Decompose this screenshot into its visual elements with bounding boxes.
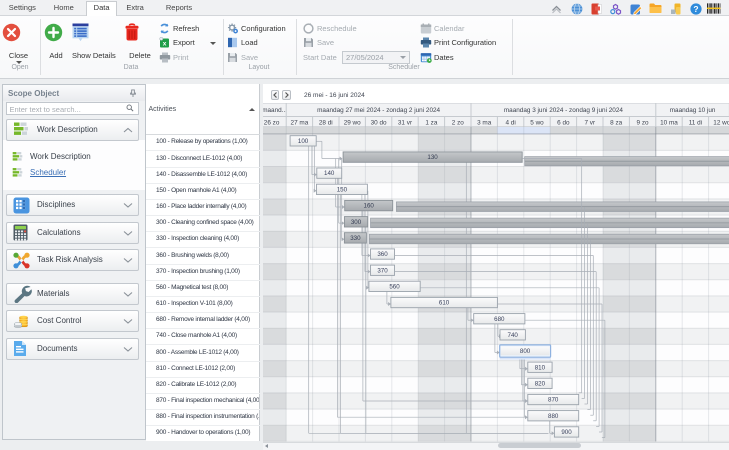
svg-text:31 vr: 31 vr xyxy=(397,119,412,126)
svg-text:900: 900 xyxy=(561,429,572,436)
svg-text:26 zo: 26 zo xyxy=(263,119,279,126)
svg-text:160: 160 xyxy=(363,203,374,210)
svg-text:880: 880 xyxy=(548,413,559,420)
svg-text:800: 800 xyxy=(520,348,531,355)
svg-text:9 zo: 9 zo xyxy=(636,119,649,126)
svg-text:27 ma: 27 ma xyxy=(290,119,308,126)
svg-text:870: 870 xyxy=(548,397,559,404)
svg-text:300: 300 xyxy=(350,219,361,226)
svg-text:810: 810 xyxy=(534,364,545,371)
svg-text:30 do: 30 do xyxy=(370,119,386,126)
svg-text:330: 330 xyxy=(350,235,361,242)
svg-text:370: 370 xyxy=(377,267,388,274)
svg-text:?: ? xyxy=(693,4,698,14)
svg-text:740: 740 xyxy=(507,332,518,339)
svg-text:x: x xyxy=(163,41,167,48)
svg-text:29 wo: 29 wo xyxy=(343,119,360,126)
svg-text:maandag 10 jun: maandag 10 jun xyxy=(669,107,715,114)
svg-text:maandag 3 juni 2024 - zondag 9: maandag 3 juni 2024 - zondag 9 juni 2024 xyxy=(503,107,623,114)
svg-text:6 do: 6 do xyxy=(557,119,570,126)
svg-text:7 vr: 7 vr xyxy=(584,119,596,126)
svg-text:5 wo: 5 wo xyxy=(530,119,544,126)
svg-text:11 di: 11 di xyxy=(688,119,701,126)
svg-text:610: 610 xyxy=(439,300,450,307)
svg-text:4 di: 4 di xyxy=(505,119,515,126)
svg-text:28 di: 28 di xyxy=(318,119,332,126)
svg-text:10 ma: 10 ma xyxy=(660,119,678,126)
svg-text:680: 680 xyxy=(494,316,505,323)
svg-text:130: 130 xyxy=(427,154,438,161)
svg-text:12 wo: 12 wo xyxy=(713,119,729,126)
svg-text:8 za: 8 za xyxy=(610,119,623,126)
svg-text:140: 140 xyxy=(324,170,335,177)
svg-text:560: 560 xyxy=(389,283,400,290)
svg-text:150: 150 xyxy=(336,186,347,193)
svg-text:820: 820 xyxy=(534,380,545,387)
svg-text:3 ma: 3 ma xyxy=(477,119,492,126)
svg-text:maandag 27 mei 2024 - zondag 2: maandag 27 mei 2024 - zondag 2 juni 2024 xyxy=(317,107,440,114)
svg-text:2 zo: 2 zo xyxy=(451,119,464,126)
svg-text:360: 360 xyxy=(377,251,388,258)
svg-text:maand...: maand... xyxy=(263,107,287,114)
svg-text:100: 100 xyxy=(298,138,309,145)
svg-text:1 za: 1 za xyxy=(425,119,438,126)
